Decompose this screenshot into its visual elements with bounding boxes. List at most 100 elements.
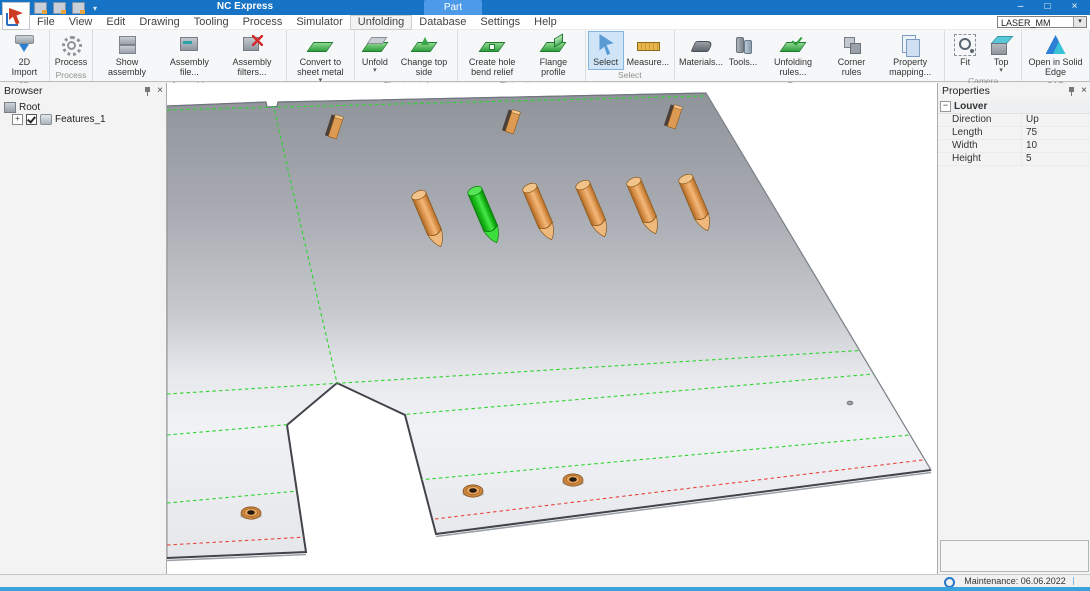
properties-close-icon[interactable]: × [1081, 86, 1087, 96]
property-row-direction[interactable]: DirectionUp [938, 114, 1090, 127]
ribbon-group-process: ProcessProcess [50, 30, 94, 81]
ribbon-button-create-hole-bend-relief[interactable]: Create hole bend relief [460, 31, 524, 80]
gear-icon [58, 33, 84, 57]
property-value[interactable]: 5 [1022, 153, 1090, 165]
properties-title: Properties [942, 85, 990, 97]
menu-database[interactable]: Database [412, 15, 473, 30]
tree-item-root[interactable]: Root [4, 101, 166, 113]
properties-group-louver[interactable]: − Louver [938, 100, 1090, 114]
viewport-3d[interactable] [167, 83, 937, 574]
ribbon-button-unfold[interactable]: Unfold▾ [357, 31, 393, 76]
property-row-length[interactable]: Length75 [938, 127, 1090, 140]
ribbon-button-label: Process [55, 58, 88, 68]
collapse-icon[interactable]: − [940, 101, 951, 112]
ribbon-button-corner-rules[interactable]: Corner rules [825, 31, 878, 80]
property-row-width[interactable]: Width10 [938, 140, 1090, 153]
root-icon [4, 102, 16, 113]
ribbon-button-label: Tools... [729, 58, 758, 68]
countersink-feature-3[interactable] [562, 474, 584, 486]
ribbon-button-label: 2D Import [5, 58, 44, 78]
property-name: Direction [938, 114, 1022, 126]
ribbon-button-open-in-solid-edge[interactable]: Open in Solid Edge [1024, 31, 1087, 80]
menu-help[interactable]: Help [527, 15, 564, 30]
tools-icon [730, 33, 756, 57]
browser-close-icon[interactable]: × [157, 86, 163, 96]
unfoldrules-icon [780, 33, 806, 57]
machine-select-caret-icon[interactable]: ▾ [1073, 17, 1086, 27]
countersink-feature-1[interactable] [240, 507, 262, 519]
menu-unfolding[interactable]: Unfolding [350, 15, 412, 30]
menu-tooling[interactable]: Tooling [187, 15, 236, 30]
app-logo-icon[interactable] [2, 2, 30, 30]
machine-select[interactable]: LASER_MM ▾ [997, 16, 1087, 28]
ribbon-button-select[interactable]: Select [588, 31, 624, 70]
ribbon-button-materials[interactable]: Materials... [677, 31, 725, 70]
ribbon-button-top[interactable]: Top▾ [983, 31, 1019, 76]
ribbon-button-measure[interactable]: Measure... [624, 31, 673, 70]
tree-checkbox[interactable] [26, 114, 37, 125]
countersink-feature-2[interactable] [462, 485, 484, 497]
property-name: Length [938, 127, 1022, 139]
maximize-button[interactable]: □ [1034, 0, 1061, 15]
qat-import-icon[interactable] [34, 2, 47, 14]
ribbon-button-label: Materials... [679, 58, 723, 68]
ribbon-button-show-assembly[interactable]: Show assembly [95, 31, 159, 80]
menu-simulator[interactable]: Simulator [289, 15, 349, 30]
browser-pin-icon[interactable] [144, 87, 151, 96]
properties-description-box [940, 540, 1089, 572]
browser-panel: Browser × Root+Features_1 [0, 83, 167, 574]
fit-icon [952, 33, 978, 57]
ribbon-button-process[interactable]: Process [52, 31, 91, 70]
status-divider [1073, 577, 1074, 585]
import2d-icon [11, 33, 37, 57]
menu-view[interactable]: View [62, 15, 100, 30]
title-bar: ▾ NC Express Part – □ × [0, 0, 1090, 15]
hole-feature[interactable] [847, 401, 853, 405]
properties-pin-icon[interactable] [1068, 87, 1075, 96]
ribbon-button-unfolding-rules[interactable]: Unfolding rules... [761, 31, 825, 80]
document-tab-part[interactable]: Part [424, 0, 482, 15]
minimize-button[interactable]: – [1007, 0, 1034, 15]
ribbon-group-cad: Open in Solid EdgeCAD [1022, 30, 1090, 81]
property-value[interactable]: Up [1022, 114, 1090, 126]
menu-process[interactable]: Process [236, 15, 290, 30]
nc-express-window: ▾ NC Express Part – □ × FileViewEditDraw… [0, 0, 1090, 591]
ribbon-button-property-mapping[interactable]: Property mapping... [878, 31, 942, 80]
tree-item-features-1[interactable]: +Features_1 [4, 113, 166, 125]
ribbon-button-assembly-filters[interactable]: Assembly filters... [220, 31, 284, 80]
unfold-icon [362, 33, 388, 57]
sheet-metal-part[interactable] [167, 93, 931, 558]
asmfilter-icon [239, 33, 265, 57]
qat-caret-icon[interactable]: ▾ [93, 4, 97, 13]
ribbon-button-label: Fit [960, 58, 970, 68]
part-canvas[interactable] [167, 83, 937, 574]
maintenance-status: Maintenance: 06.06.2022 [960, 576, 1070, 586]
menu-settings[interactable]: Settings [473, 15, 527, 30]
ribbon-button-convert-to-sheet-metal[interactable]: Convert to sheet metal▾ [289, 31, 352, 86]
menu-edit[interactable]: Edit [99, 15, 132, 30]
qat-save-as-icon[interactable] [72, 2, 85, 14]
property-value[interactable]: 75 [1022, 127, 1090, 139]
ribbon-button-flange-profile[interactable]: Flange profile [524, 31, 582, 80]
property-value[interactable]: 10 [1022, 140, 1090, 152]
dropdown-caret-icon: ▾ [999, 68, 1003, 74]
ribbon-button-fit[interactable]: Fit [947, 31, 983, 70]
properties-grid: − Louver DirectionUpLength75Width10Heigh… [938, 100, 1090, 166]
menu-drawing[interactable]: Drawing [132, 15, 186, 30]
qat-save-icon[interactable] [53, 2, 66, 14]
flange-icon [540, 33, 566, 57]
menu-file[interactable]: File [30, 15, 62, 30]
ribbon-button-assembly-file[interactable]: Assembly file... [159, 31, 220, 80]
ribbon-button-label: Create hole bend relief [463, 58, 521, 78]
selectarrow-icon [593, 33, 619, 57]
ribbon-button-tools[interactable]: Tools... [725, 31, 761, 70]
ribbon-button-label: Property mapping... [881, 58, 939, 78]
property-row-height[interactable]: Height5 [938, 153, 1090, 166]
properties-panel: Properties × − Louver DirectionUpLength7… [937, 83, 1090, 574]
ribbon-button-label: Flange profile [527, 58, 579, 78]
ribbon-button-change-top-side[interactable]: Change top side [393, 31, 455, 80]
close-button[interactable]: × [1061, 0, 1088, 15]
ribbon-button-2d-import[interactable]: 2D Import [2, 31, 47, 80]
tree-expander-icon[interactable]: + [12, 114, 23, 125]
browser-panel-header: Browser × [0, 83, 166, 98]
